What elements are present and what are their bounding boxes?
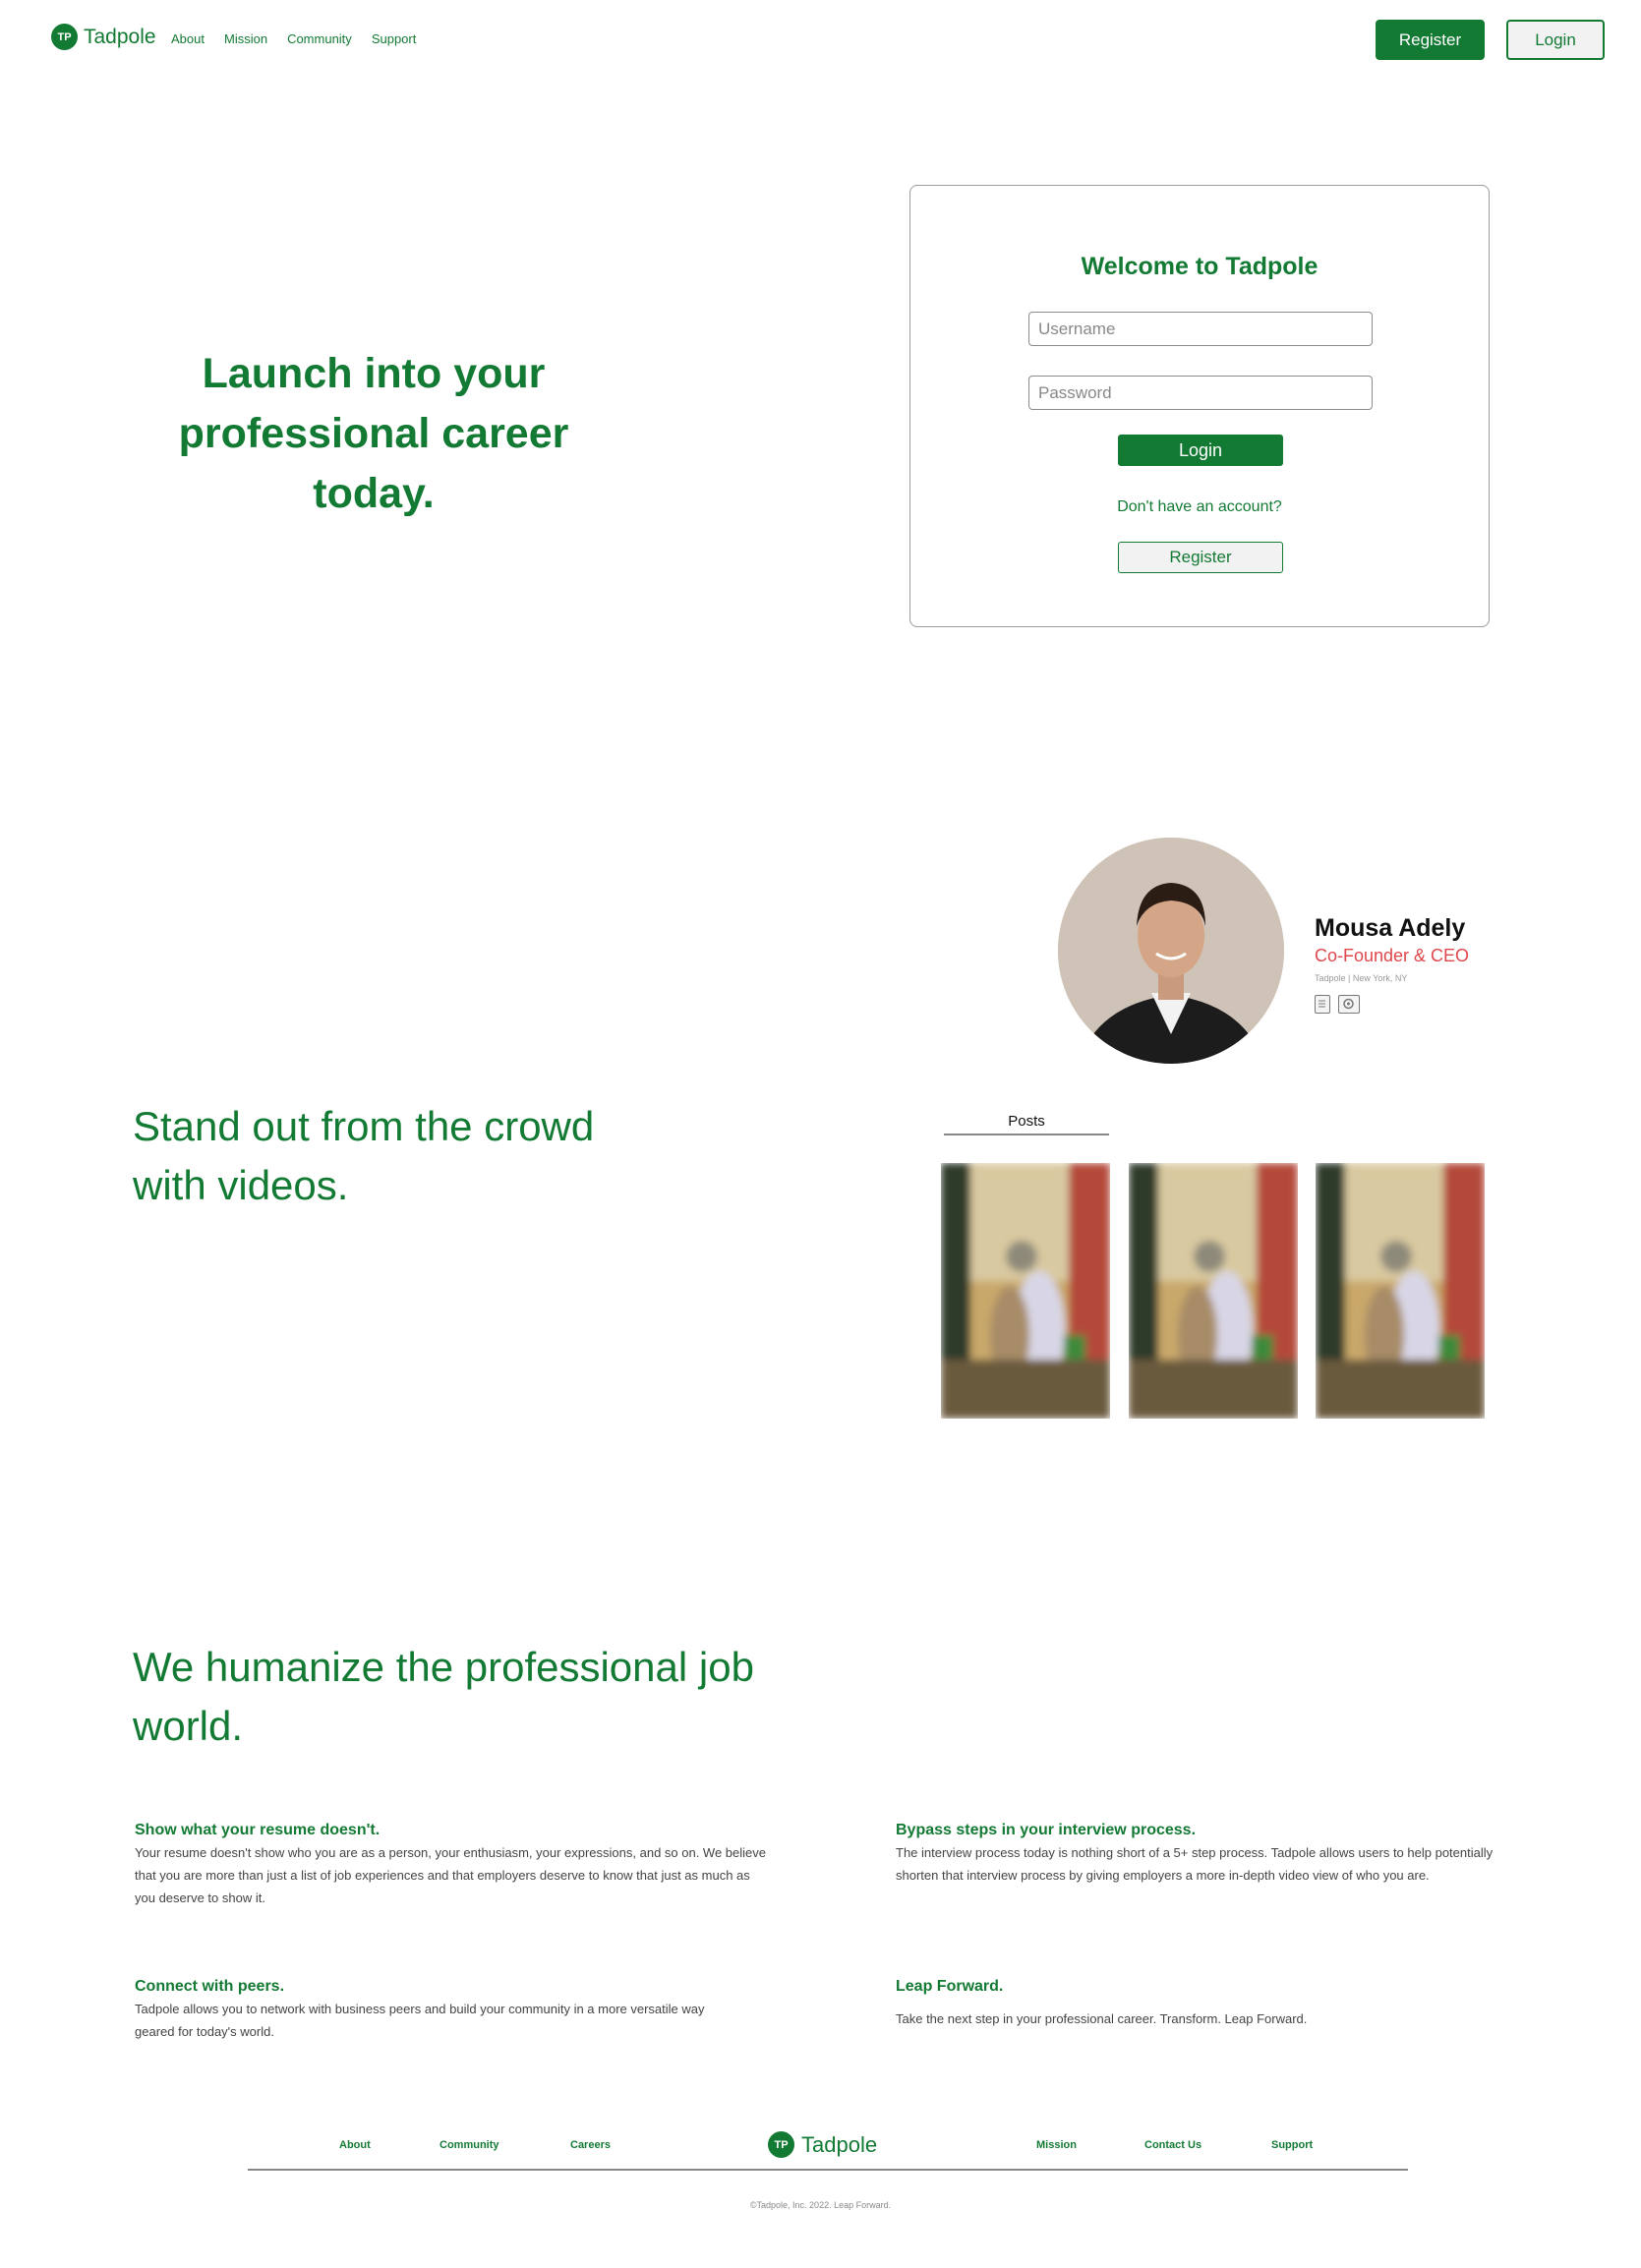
profile-location: Tadpole | New York, NY: [1315, 973, 1408, 983]
resume-icon[interactable]: [1315, 995, 1330, 1014]
feature-text: Take the next step in your professional …: [896, 2011, 1308, 2026]
feature-text: Tadpole allows you to network with busin…: [135, 2002, 705, 2039]
footer-link-community[interactable]: Community: [440, 2139, 499, 2151]
nav-link-mission[interactable]: Mission: [224, 31, 267, 46]
footer-copyright: ©Tadpole, Inc. 2022. Leap Forward.: [749, 2200, 892, 2210]
footer-link-support[interactable]: Support: [1271, 2139, 1313, 2151]
footer-link-contact-us[interactable]: Contact Us: [1144, 2139, 1201, 2151]
video-post-thumbnail[interactable]: [1316, 1163, 1485, 1419]
profile-icons: [1315, 995, 1360, 1014]
hero-headline: Launch into your professional career tod…: [178, 350, 569, 517]
humanize-headline: We humanize the professional job world.: [133, 1644, 754, 1749]
top-nav: About Mission Community Support: [171, 31, 416, 46]
card-login-button[interactable]: Login: [1118, 435, 1283, 466]
login-card: Welcome to Tadpole Login Don't have an a…: [909, 185, 1490, 627]
profile-avatar: [1058, 838, 1284, 1064]
feature-block: Show what your resume doesn't. Your resu…: [135, 1822, 774, 1909]
posts-tab-underline: [944, 1134, 1109, 1135]
footer-link-about[interactable]: About: [339, 2139, 371, 2151]
username-input[interactable]: [1028, 312, 1373, 346]
feature-title: Leap Forward.: [896, 1978, 1004, 1995]
login-card-title: Welcome to Tadpole: [1081, 253, 1319, 280]
feature-title: Connect with peers.: [135, 1978, 285, 1995]
feature-block: Bypass steps in your interview process. …: [896, 1822, 1525, 1887]
nav-link-about[interactable]: About: [171, 31, 205, 46]
posts-tab-label[interactable]: Posts: [944, 1113, 1109, 1130]
feature-text: The interview process today is nothing s…: [896, 1845, 1494, 1883]
feature-title: Bypass steps in your interview process.: [896, 1822, 1197, 1838]
no-account-text: Don't have an account?: [1117, 498, 1282, 515]
avatar-portrait: [1058, 838, 1284, 1064]
footer-link-careers[interactable]: Careers: [570, 2139, 611, 2151]
brand-logo[interactable]: TP Tadpole: [51, 24, 156, 50]
footer-link-mission[interactable]: Mission: [1036, 2139, 1077, 2151]
video-post-thumbnail[interactable]: [941, 1163, 1110, 1419]
footer-brand-name: Tadpole: [801, 2131, 878, 2157]
nav-register-button[interactable]: Register: [1376, 20, 1485, 60]
footer-logo[interactable]: TP Tadpole: [768, 2131, 877, 2158]
video-post-thumbnail[interactable]: [1129, 1163, 1298, 1419]
nav-link-community[interactable]: Community: [287, 31, 352, 46]
profile-name: Mousa Adely: [1315, 914, 1466, 942]
feature-block: Leap Forward. Take the next step in your…: [896, 1978, 1525, 2030]
nav-login-button[interactable]: Login: [1506, 20, 1605, 60]
feature-text: Your resume doesn't show who you are as …: [135, 1845, 767, 1905]
nav-link-support[interactable]: Support: [372, 31, 417, 46]
brand-name: Tadpole: [84, 25, 156, 48]
tadpole-logo-icon: TP: [768, 2131, 794, 2158]
video-reel-icon[interactable]: [1338, 995, 1360, 1014]
password-input[interactable]: [1028, 376, 1373, 410]
feature-title: Show what your resume doesn't.: [135, 1822, 381, 1838]
videos-headline: Stand out from the crowd with videos.: [133, 1103, 595, 1208]
footer-divider: [248, 2169, 1408, 2171]
profile-role: Co-Founder & CEO: [1315, 946, 1470, 965]
feature-block: Connect with peers. Tadpole allows you t…: [135, 1978, 739, 2043]
card-register-button[interactable]: Register: [1118, 542, 1283, 573]
tadpole-logo-icon: TP: [51, 24, 78, 50]
